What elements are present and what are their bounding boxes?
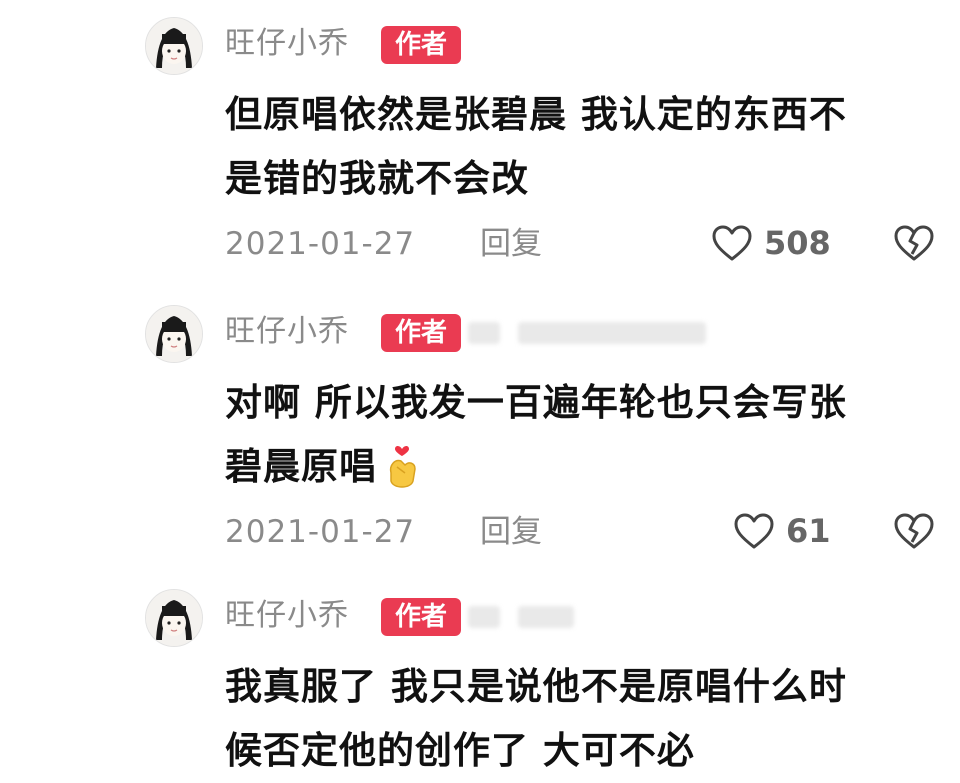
comment-text-line: 我真服了 我只是说他不是原唱什么时 (225, 665, 847, 708)
blurred-text (518, 606, 574, 628)
comment-text-line: 但原唱依然是张碧晨 我认定的东西不 (225, 93, 847, 136)
like-count: 508 (764, 224, 831, 262)
avatar[interactable] (145, 589, 203, 647)
username[interactable]: 旺仔小乔 (225, 317, 349, 347)
broken-heart-icon[interactable] (893, 224, 935, 262)
reply-button[interactable]: 回复 (480, 229, 542, 260)
blurred-text (468, 322, 500, 344)
heart-hands-emoji (389, 445, 416, 488)
avatar[interactable] (145, 17, 203, 75)
comment-date: 2021-01-27 (225, 226, 416, 262)
heart-outline-icon[interactable] (733, 512, 775, 550)
like-count: 61 (786, 512, 831, 550)
blurred-text (518, 322, 706, 344)
author-badge: 作者 (381, 314, 461, 352)
comment-date: 2021-01-27 (225, 514, 416, 550)
avatar[interactable] (145, 305, 203, 363)
comment-text: 我真服了 我只是说他不是原唱什么时 候否定他的创作了 大可不必 (225, 655, 925, 783)
comment-text-line: 候否定他的创作了 大可不必 (225, 729, 695, 772)
watermark (818, 732, 958, 751)
username[interactable]: 旺仔小乔 (225, 601, 349, 631)
blurred-text (468, 606, 500, 628)
comment-text-line: 对啊 所以我发一百遍年轮也只会写张 (225, 381, 847, 424)
comment-text-line: 碧晨原唱 (225, 435, 925, 499)
comment-text: 但原唱依然是张碧晨 我认定的东西不 是错的我就不会改 (225, 83, 925, 211)
username[interactable]: 旺仔小乔 (225, 29, 349, 59)
broken-heart-icon[interactable] (893, 512, 935, 550)
reply-button[interactable]: 回复 (480, 517, 542, 548)
heart-outline-icon[interactable] (711, 224, 753, 262)
comment-text: 对啊 所以我发一百遍年轮也只会写张 碧晨原唱 (225, 371, 925, 499)
comment-text-line: 是错的我就不会改 (225, 157, 529, 200)
author-badge: 作者 (381, 598, 461, 636)
author-badge: 作者 (381, 26, 461, 64)
